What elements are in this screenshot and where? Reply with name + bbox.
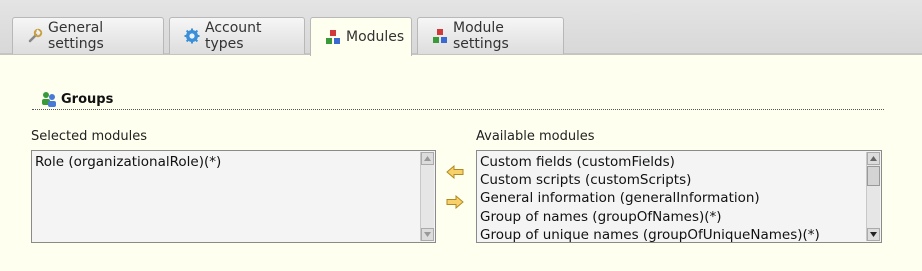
list-item[interactable]: Custom scripts (customScripts) (480, 171, 862, 189)
selected-scrollbar[interactable] (420, 152, 434, 241)
tab-label: Module settings (453, 20, 509, 52)
scroll-thumb[interactable] (867, 166, 880, 186)
selected-modules-items: Role (organizationalRole)(*) (32, 151, 419, 242)
tab-account-types[interactable]: Account types (169, 17, 305, 54)
list-item[interactable]: Role (organizationalRole)(*) (35, 153, 416, 171)
section-title: Groups (40, 90, 113, 108)
available-modules-label: Available modules (476, 129, 595, 144)
move-left-arrow-icon[interactable] (446, 165, 464, 179)
scroll-up-button[interactable] (421, 152, 434, 165)
section-divider (32, 109, 884, 110)
list-item[interactable]: Custom fields (customFields) (480, 153, 862, 171)
list-item[interactable]: Group of unique names (groupOfUniqueName… (480, 226, 862, 242)
list-item[interactable]: General information (generalInformation) (480, 189, 862, 207)
group-icon (40, 90, 58, 108)
available-modules-items: Custom fields (customFields) Custom scri… (477, 151, 865, 242)
tab-label: Modules (346, 29, 405, 45)
scroll-down-button[interactable] (421, 228, 434, 241)
modules-icon (325, 29, 341, 45)
tab-label: General settings (48, 20, 104, 52)
tab-module-settings[interactable]: Module settings (417, 17, 564, 54)
list-item[interactable]: Group of names (groupOfNames)(*) (480, 208, 862, 226)
selected-modules-list[interactable]: Role (organizationalRole)(*) (31, 150, 436, 243)
tab-label: Account types (205, 20, 262, 52)
available-scrollbar[interactable] (866, 152, 880, 241)
wrench-icon (27, 28, 43, 44)
modules-icon (432, 28, 448, 44)
scroll-up-button[interactable] (867, 152, 880, 165)
tab-modules[interactable]: Modules (310, 17, 412, 56)
move-right-arrow-icon[interactable] (446, 195, 464, 209)
section-title-text: Groups (61, 91, 114, 107)
available-modules-list[interactable]: Custom fields (customFields) Custom scri… (476, 150, 882, 243)
scroll-down-button[interactable] (867, 228, 880, 241)
selected-modules-label: Selected modules (31, 129, 147, 144)
gear-icon (184, 28, 200, 44)
tab-general-settings[interactable]: General settings (12, 17, 164, 54)
